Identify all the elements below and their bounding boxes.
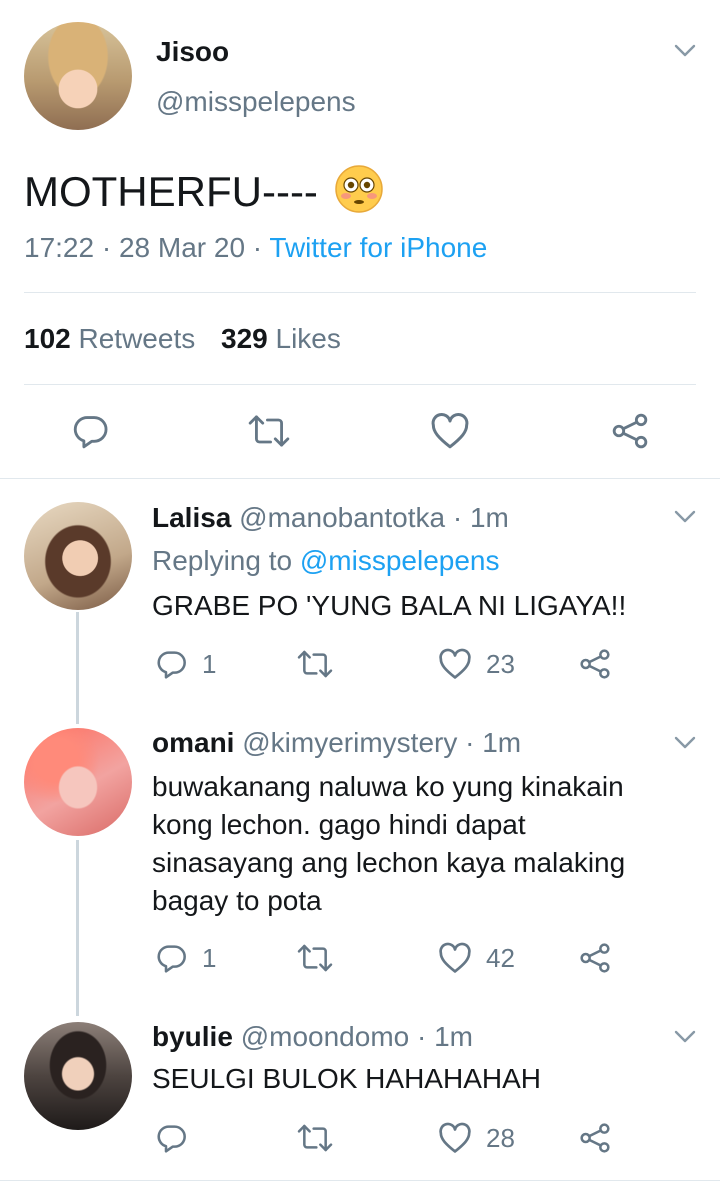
flushed-face-emoji-icon (334, 164, 384, 219)
avatar-omani[interactable] (24, 728, 132, 836)
like-count: 28 (486, 1122, 515, 1153)
reply-button[interactable]: 1 (156, 942, 216, 974)
reply-count: 1 (202, 648, 217, 679)
reply-text: SEULGI BULOK HAHAHAHAH (152, 1063, 541, 1094)
like-button[interactable] (430, 412, 470, 450)
avatar-lalisa[interactable] (24, 502, 132, 610)
likes-count: 329 (221, 323, 268, 354)
bottom-divider (0, 1180, 720, 1181)
tweet-text: MOTHERFU---- (24, 167, 318, 215)
replying-to: Replying to @misspelepens (152, 545, 500, 577)
chevron-down-icon[interactable] (674, 44, 696, 58)
reply-author-name[interactable]: byulie (152, 1021, 233, 1052)
avatar-jisoo[interactable] (24, 22, 132, 130)
thread-line (76, 612, 79, 724)
reply-text-line: kong lechon. gago hindi dapat (152, 809, 526, 840)
reply-header: byulie @moondomo · 1m (152, 1021, 473, 1053)
retweets-count: 102 (24, 323, 71, 354)
retweet-button[interactable] (296, 648, 334, 680)
retweet-button[interactable] (247, 412, 291, 450)
tweet-meta: 17:22 · 28 Mar 20 · Twitter for iPhone (24, 232, 487, 264)
chevron-down-icon[interactable] (674, 1030, 696, 1044)
like-button[interactable]: 23 (438, 648, 515, 680)
reply-author-handle[interactable]: @kimyerimystery · 1m (242, 727, 521, 758)
retweet-button[interactable] (296, 1122, 334, 1154)
share-button[interactable] (610, 412, 650, 450)
section-divider (0, 478, 720, 479)
reply-author-handle[interactable]: @moondomo · 1m (241, 1021, 473, 1052)
divider (24, 292, 696, 293)
share-button[interactable] (578, 942, 612, 974)
like-button[interactable]: 28 (438, 1122, 515, 1154)
likes-stat[interactable]: 329 Likes (221, 323, 341, 354)
tweet-source[interactable]: Twitter for iPhone (269, 232, 487, 263)
reply-text-line: sinasayang ang lechon kaya malaking (152, 847, 626, 878)
reply-author-handle[interactable]: @manobantotka · 1m (239, 502, 509, 533)
share-button[interactable] (578, 648, 612, 680)
likes-label: Likes (275, 323, 341, 354)
retweet-button[interactable] (296, 942, 334, 974)
reply-button[interactable] (72, 412, 110, 450)
reply-button[interactable] (156, 1122, 202, 1154)
retweets-label: Retweets (78, 323, 196, 354)
like-button[interactable]: 42 (438, 942, 515, 974)
tweet-timestamp[interactable]: 17:22 · 28 Mar 20 · (24, 232, 262, 263)
reply-author-name[interactable]: Lalisa (152, 502, 231, 533)
reply-text: buwakanang naluwa ko yung kinakain kong … (152, 768, 625, 920)
divider (24, 384, 696, 385)
chevron-down-icon[interactable] (674, 736, 696, 750)
reply-text: GRABE PO 'YUNG BALA NI LIGAYA!! (152, 590, 627, 621)
reply-text-line: buwakanang naluwa ko yung kinakain (152, 771, 624, 802)
replying-to-label: Replying to (152, 545, 293, 576)
tweet-stats: 102 Retweets 329 Likes (24, 323, 341, 355)
tweet-text-row: MOTHERFU---- (24, 164, 384, 219)
share-button[interactable] (578, 1122, 612, 1154)
thread-line (76, 840, 79, 1016)
author-name[interactable]: Jisoo (156, 36, 229, 68)
reply-button[interactable]: 1 (156, 648, 216, 680)
reply-header: omani @kimyerimystery · 1m (152, 727, 521, 759)
like-count: 42 (486, 942, 515, 973)
chevron-down-icon[interactable] (674, 510, 696, 524)
reply-count: 1 (202, 942, 217, 973)
retweets-stat[interactable]: 102 Retweets (24, 323, 203, 354)
reply-text-line: bagay to pota (152, 885, 322, 916)
reply-author-name[interactable]: omani (152, 727, 234, 758)
author-handle[interactable]: @misspelepens (156, 86, 356, 118)
like-count: 23 (486, 648, 515, 679)
avatar-byulie[interactable] (24, 1022, 132, 1130)
reply-header: Lalisa @manobantotka · 1m (152, 502, 509, 534)
replying-to-handle[interactable]: @misspelepens (300, 545, 500, 576)
